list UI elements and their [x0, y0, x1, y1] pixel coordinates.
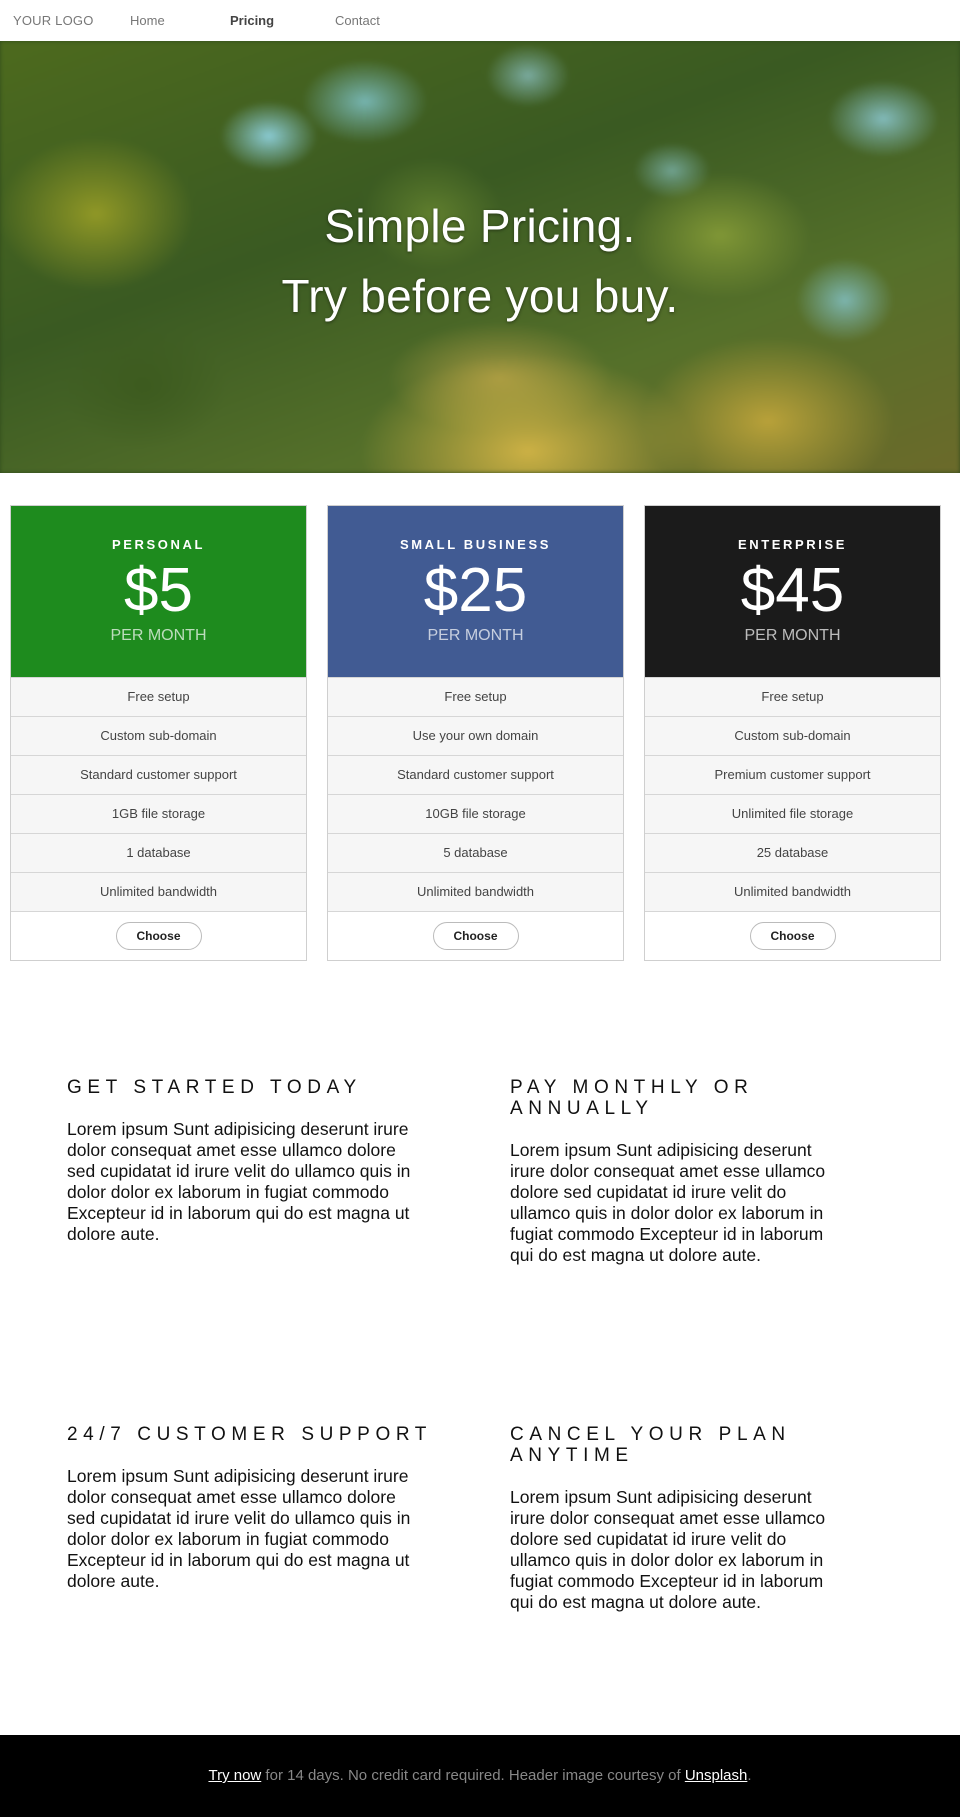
plan-footer: Choose	[645, 911, 940, 960]
plan-feature: Standard customer support	[328, 755, 623, 794]
plan-feature: 5 database	[328, 833, 623, 872]
hero-banner: Simple Pricing. Try before you buy.	[0, 41, 960, 473]
footer: Try now for 14 days. No credit card requ…	[0, 1735, 960, 1817]
info-block-cancel: CANCEL YOUR PLAN ANYTIME Lorem ipsum Sun…	[510, 1424, 840, 1737]
logo[interactable]: YOUR LOGO	[13, 13, 130, 28]
plan-period: PER MONTH	[744, 627, 841, 644]
plan-feature: 10GB file storage	[328, 794, 623, 833]
choose-personal-button[interactable]: Choose	[115, 922, 202, 950]
hero-line-1: Simple Pricing.	[324, 200, 636, 252]
top-nav: YOUR LOGO Home Pricing Contact	[0, 0, 960, 41]
plan-name: ENTERPRISE	[737, 537, 848, 552]
plan-price: $45	[740, 556, 845, 625]
info-title: PAY MONTHLY OR ANNUALLY	[510, 1077, 754, 1119]
info-row: GET STARTED TODAY Lorem ipsum Sunt adipi…	[67, 1077, 960, 1424]
info-title: CANCEL YOUR PLAN ANYTIME	[510, 1424, 791, 1466]
plan-name: SMALL BUSINESS	[399, 537, 551, 552]
plan-price: $25	[423, 556, 528, 625]
unsplash-link[interactable]: Unsplash	[685, 1767, 748, 1784]
hero-line-2: Try before you buy.	[281, 270, 679, 322]
footer-period: .	[747, 1767, 752, 1784]
info-block-pay-monthly: PAY MONTHLY OR ANNUALLY Lorem ipsum Sunt…	[510, 1077, 840, 1424]
plan-card-personal: PERSONAL $5 PER MONTH Free setup Custom …	[10, 505, 307, 961]
plan-feature: 1 database	[11, 833, 306, 872]
nav-link-pricing[interactable]: Pricing	[230, 13, 335, 28]
plan-feature: Custom sub-domain	[11, 716, 306, 755]
plan-feature: 1GB file storage	[11, 794, 306, 833]
nav-link-home[interactable]: Home	[130, 13, 230, 28]
info-title: 24/7 CUSTOMER SUPPORT	[67, 1424, 433, 1445]
pricing-table: PERSONAL $5 PER MONTH Free setup Custom …	[0, 473, 960, 961]
plan-feature: Unlimited bandwidth	[11, 872, 306, 911]
plan-period: PER MONTH	[427, 627, 524, 644]
plan-feature: Unlimited bandwidth	[328, 872, 623, 911]
plan-header: PERSONAL $5 PER MONTH	[11, 506, 306, 677]
plan-feature: Use your own domain	[328, 716, 623, 755]
info-text: Lorem ipsum Sunt adipisicing deserunt ir…	[510, 1140, 826, 1265]
plan-feature: Premium customer support	[645, 755, 940, 794]
plan-header: ENTERPRISE $45 PER MONTH	[645, 506, 940, 677]
nav-link-contact[interactable]: Contact	[335, 13, 380, 28]
plan-feature: Custom sub-domain	[645, 716, 940, 755]
plan-feature: Unlimited bandwidth	[645, 872, 940, 911]
plan-feature: 25 database	[645, 833, 940, 872]
info-block-get-started: GET STARTED TODAY Lorem ipsum Sunt adipi…	[67, 1077, 510, 1424]
hero-heading: Simple Pricing. Try before you buy.	[0, 191, 960, 331]
info-row: 24/7 CUSTOMER SUPPORT Lorem ipsum Sunt a…	[67, 1424, 960, 1737]
info-title: GET STARTED TODAY	[67, 1077, 362, 1098]
plan-feature: Standard customer support	[11, 755, 306, 794]
plan-footer: Choose	[11, 911, 306, 960]
plan-price: $5	[124, 556, 193, 625]
plan-footer: Choose	[328, 911, 623, 960]
try-now-link[interactable]: Try now	[208, 1767, 261, 1784]
choose-small-business-button[interactable]: Choose	[432, 922, 519, 950]
info-text: Lorem ipsum Sunt adipisicing deserunt ir…	[67, 1119, 411, 1244]
info-text: Lorem ipsum Sunt adipisicing deserunt ir…	[67, 1466, 411, 1591]
plan-feature: Free setup	[645, 677, 940, 716]
plan-feature: Free setup	[11, 677, 306, 716]
choose-enterprise-button[interactable]: Choose	[749, 922, 836, 950]
plan-name: PERSONAL	[111, 537, 206, 552]
plan-feature: Unlimited file storage	[645, 794, 940, 833]
info-section: GET STARTED TODAY Lorem ipsum Sunt adipi…	[0, 1077, 960, 1737]
footer-text: for 14 days. No credit card required. He…	[261, 1767, 685, 1784]
plan-feature: Free setup	[328, 677, 623, 716]
plan-header: SMALL BUSINESS $25 PER MONTH	[328, 506, 623, 677]
info-block-support: 24/7 CUSTOMER SUPPORT Lorem ipsum Sunt a…	[67, 1424, 510, 1737]
plan-period: PER MONTH	[110, 627, 207, 644]
plan-card-small-business: SMALL BUSINESS $25 PER MONTH Free setup …	[327, 505, 624, 961]
plan-card-enterprise: ENTERPRISE $45 PER MONTH Free setup Cust…	[644, 505, 941, 961]
info-text: Lorem ipsum Sunt adipisicing deserunt ir…	[510, 1487, 826, 1612]
